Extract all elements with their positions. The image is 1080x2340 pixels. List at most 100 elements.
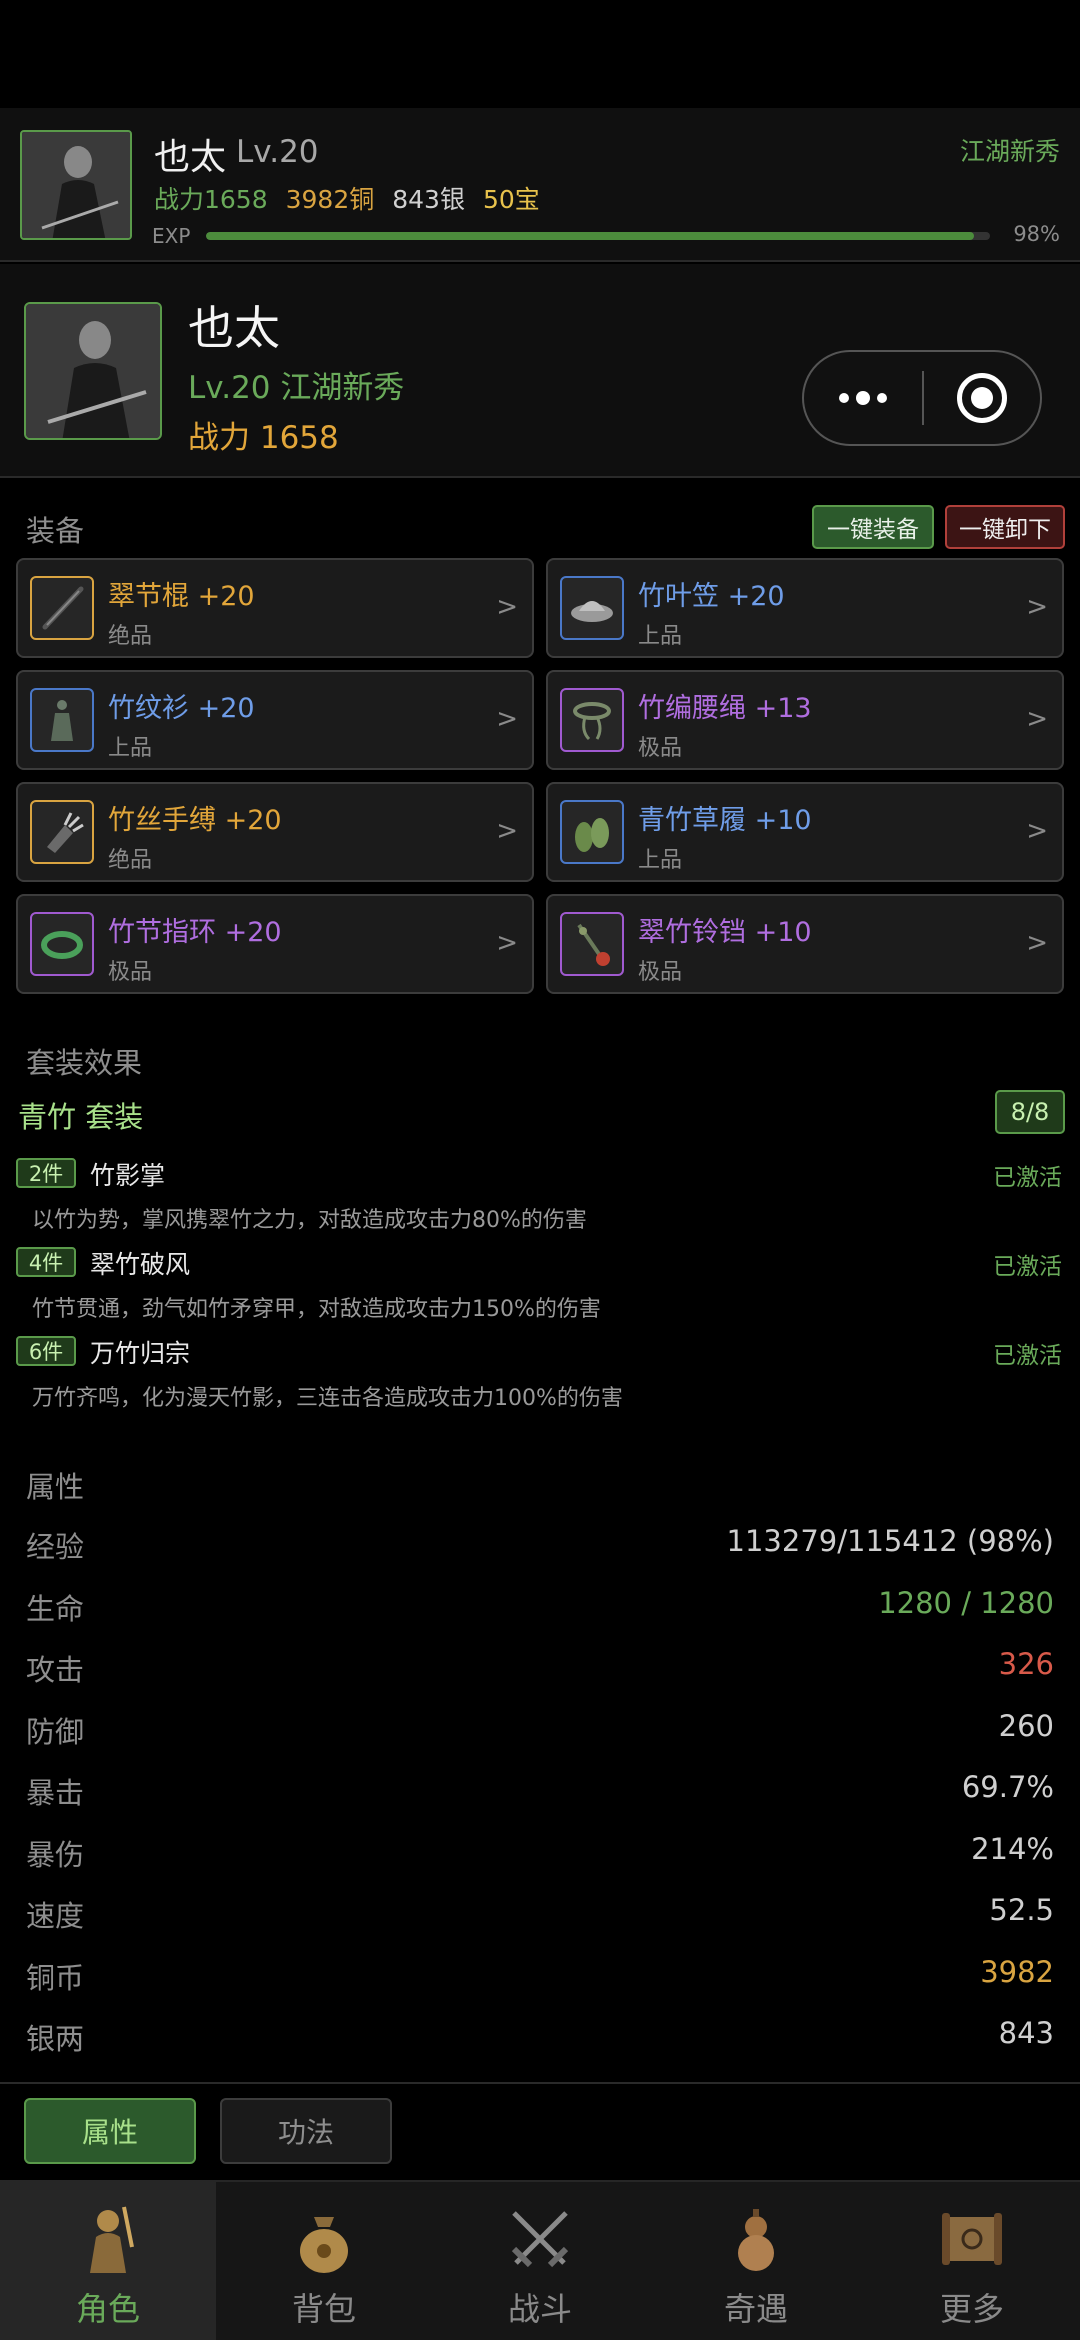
equipment-quality: 绝品 — [108, 848, 153, 873]
equipment-slot-accessory[interactable]: 翠竹铃铛 +10 极品 > — [546, 894, 1064, 994]
equip-all-button[interactable]: 一键装备 — [812, 505, 934, 549]
set-count-badge: 8/8 — [995, 1090, 1065, 1134]
tier-description: 竹节贯通，劲气如竹矛穿甲，对敌造成攻击力150%的伤害 — [32, 1297, 601, 1322]
attr-key: 暴伤 — [26, 1837, 85, 1872]
equipment-quality: 绝品 — [108, 624, 153, 649]
bamboo-hat-icon — [560, 576, 624, 640]
tier-badge: 6件 — [16, 1336, 76, 1366]
exp-bar-fill — [206, 232, 975, 240]
attributes-list: 经验 113279/115412 (98%) 生命 1280 / 1280 攻击… — [0, 1514, 1080, 2068]
chevron-right-icon: > — [496, 928, 518, 958]
power-stat: 战力1658 — [154, 185, 268, 214]
attr-row-speed: 速度 52.5 — [0, 1883, 1080, 1945]
bottom-nav: 角色 背包 战斗 奇遇 更多 — [0, 2180, 1080, 2340]
scroll-icon — [929, 2196, 1015, 2282]
equipment-slot-weapon[interactable]: 翠节棍 +20 绝品 > — [16, 558, 534, 658]
nav-adventure[interactable]: 奇遇 — [648, 2182, 864, 2340]
equipment-name: 竹节指环 +20 — [108, 917, 282, 948]
equipment-slot-bracer[interactable]: 竹丝手缚 +20 绝品 > — [16, 782, 534, 882]
tier-description: 以竹为势，掌风携翠竹之力，对敌造成攻击力80%的伤害 — [32, 1208, 587, 1233]
equipment-grid: 翠节棍 +20 绝品 > 竹叶笠 +20 上品 > 竹纹衫 +20 上品 > 竹… — [16, 558, 1064, 994]
chevron-right-icon: > — [496, 592, 518, 622]
tier-name: 万竹归宗 — [90, 1339, 191, 1368]
exp-bar — [206, 232, 990, 240]
equipment-name: 竹叶笠 +20 — [638, 581, 785, 612]
equipment-quality: 极品 — [638, 736, 683, 761]
attr-row-silver: 银两 843 — [0, 2006, 1080, 2068]
tab-attributes[interactable]: 属性 — [24, 2098, 196, 2164]
bracer-icon — [30, 800, 94, 864]
character-name: 也太 — [188, 301, 280, 355]
equipment-title: 装备 — [26, 514, 85, 548]
tier-status: 已激活 — [993, 1343, 1062, 1369]
attr-value: 69.7% — [961, 1770, 1054, 1804]
attr-value: 52.5 — [989, 1893, 1054, 1927]
tier-status: 已激活 — [993, 1165, 1062, 1191]
nav-label: 更多 — [939, 2290, 1004, 2328]
attr-key: 暴击 — [26, 1776, 85, 1810]
equipment-quality: 上品 — [108, 736, 153, 761]
attr-value: 214% — [971, 1831, 1054, 1866]
equipment-slot-ring[interactable]: 竹节指环 +20 极品 > — [16, 894, 534, 994]
nav-character[interactable]: 角色 — [0, 2182, 216, 2340]
more-dot-icon — [877, 393, 887, 403]
avatar[interactable] — [20, 130, 132, 240]
attr-value: 326 — [998, 1647, 1054, 1681]
warrior-icon — [65, 2196, 151, 2282]
tab-skills[interactable]: 功法 — [220, 2098, 392, 2164]
attr-row-defense: 防御 260 — [0, 1699, 1080, 1761]
more-dot-icon — [856, 391, 870, 405]
chevron-right-icon: > — [496, 816, 518, 846]
attr-key: 经验 — [26, 1530, 85, 1564]
attr-row-hp: 生命 1280 / 1280 — [0, 1576, 1080, 1638]
belt-icon — [560, 688, 624, 752]
character-portrait[interactable] — [24, 302, 162, 440]
nav-battle[interactable]: 战斗 — [432, 2182, 648, 2340]
equipment-quality: 极品 — [638, 960, 683, 985]
chevron-right-icon: > — [1026, 816, 1048, 846]
nav-more[interactable]: 更多 — [864, 2182, 1080, 2340]
chevron-right-icon: > — [1026, 928, 1048, 958]
attr-key: 铜币 — [26, 1960, 85, 1995]
more-menu-button[interactable] — [804, 352, 922, 444]
copper-stat: 3982铜 — [285, 185, 375, 214]
attr-value: 3982 — [980, 1954, 1054, 1989]
unequip-all-button[interactable]: 一键卸下 — [945, 505, 1065, 549]
tier-description: 万竹齐鸣，化为漫天竹影，三连击各造成攻击力100%的伤害 — [32, 1386, 623, 1411]
attr-key: 银两 — [26, 2022, 85, 2056]
set-name: 青竹 套装 — [18, 1100, 144, 1134]
sandals-icon — [560, 800, 624, 864]
equipment-name: 竹纹衫 +20 — [108, 693, 255, 724]
nav-bag[interactable]: 背包 — [216, 2182, 432, 2340]
equipment-slot-shoes[interactable]: 青竹草履 +10 上品 > — [546, 782, 1064, 882]
character-level-rank: Lv.20 江湖新秀 — [188, 370, 405, 406]
staff-icon — [30, 576, 94, 640]
nav-label: 奇遇 — [723, 2290, 788, 2328]
attr-row-copper: 铜币 3982 — [0, 1945, 1080, 2007]
status-bar — [0, 0, 1080, 108]
equipment-slot-armor[interactable]: 竹纹衫 +20 上品 > — [16, 670, 534, 770]
attr-row-exp: 经验 113279/115412 (98%) — [0, 1514, 1080, 1576]
equipment-name: 竹编腰绳 +13 — [638, 693, 812, 724]
miniprogram-capsule — [802, 350, 1042, 446]
attr-row-crit-damage: 暴伤 214% — [0, 1822, 1080, 1884]
attr-key: 攻击 — [26, 1653, 85, 1687]
equipment-slot-hat[interactable]: 竹叶笠 +20 上品 > — [546, 558, 1064, 658]
exp-percent: 98% — [1013, 222, 1060, 246]
currency-stats: 战力1658 3982铜 843银 50宝 — [154, 180, 540, 216]
chevron-right-icon: > — [496, 704, 518, 734]
attr-key: 生命 — [26, 1591, 85, 1626]
character-power: 战力 1658 — [188, 420, 339, 456]
tier-status: 已激活 — [993, 1254, 1062, 1280]
player-name: 也太 — [154, 137, 227, 178]
attr-value: 1280 / 1280 — [878, 1585, 1054, 1620]
chevron-right-icon: > — [1026, 704, 1048, 734]
close-miniprogram-button[interactable] — [924, 373, 1040, 423]
equipment-name: 翠竹铃铛 +10 — [638, 917, 812, 948]
set-effect-title: 套装效果 — [26, 1046, 143, 1080]
target-icon — [957, 373, 1007, 423]
equipment-slot-belt[interactable]: 竹编腰绳 +13 极品 > — [546, 670, 1064, 770]
attr-value: 113279/115412 (98%) — [726, 1524, 1054, 1558]
crossed-swords-icon — [497, 2196, 583, 2282]
equipment-quality: 上品 — [638, 624, 683, 649]
